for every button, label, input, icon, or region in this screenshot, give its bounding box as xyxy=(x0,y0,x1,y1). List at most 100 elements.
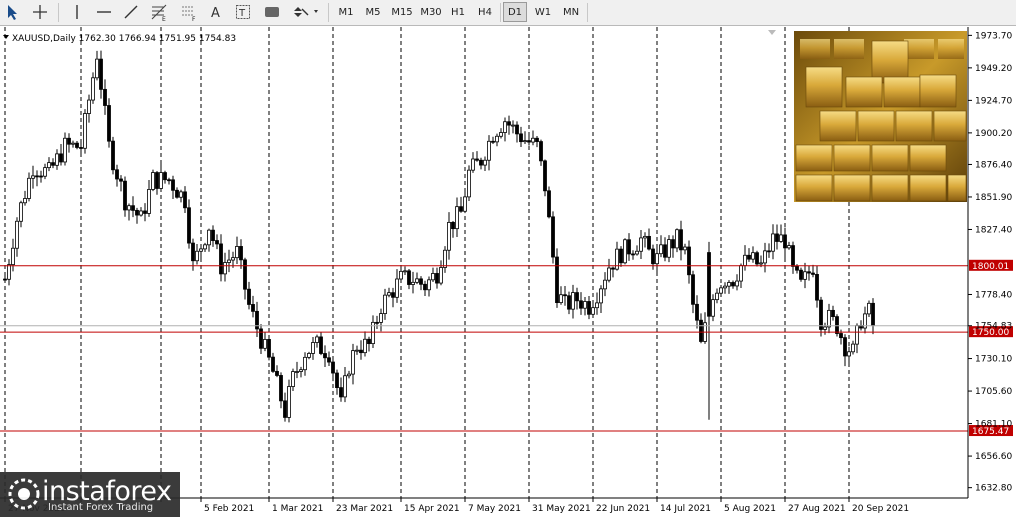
candle-body xyxy=(579,300,583,309)
time-tick-label: 5 Feb 2021 xyxy=(204,504,254,514)
candle-body xyxy=(135,209,139,216)
candle-body xyxy=(475,158,479,161)
candle-body xyxy=(219,243,223,275)
candle-body xyxy=(283,400,287,418)
candle-body xyxy=(523,140,527,143)
candle-body xyxy=(335,372,339,389)
candle-body xyxy=(799,269,803,280)
candle-body xyxy=(235,246,239,259)
candle-body xyxy=(467,169,471,198)
cursor-icon xyxy=(8,5,17,20)
candle-body xyxy=(691,274,695,305)
arrows-button[interactable] xyxy=(290,2,322,22)
candle-body xyxy=(507,121,511,126)
candle-body xyxy=(23,198,27,204)
candle-body xyxy=(555,256,559,304)
candle-body xyxy=(747,254,751,260)
candle-body xyxy=(167,179,171,182)
candle-body xyxy=(127,205,131,211)
candle-body xyxy=(671,239,675,249)
timeframe-m1[interactable]: M1 xyxy=(334,2,358,22)
price-tick-label: 1681.10 xyxy=(975,420,1012,430)
price-tick-label: 1924.70 xyxy=(975,96,1012,106)
candle-body xyxy=(839,333,843,339)
candle-body xyxy=(15,220,19,249)
time-tick-label: 5 Aug 2021 xyxy=(724,504,776,514)
price-tick-label: 1876.40 xyxy=(975,160,1012,170)
candle-body xyxy=(567,295,571,310)
candle-body xyxy=(779,234,783,242)
candle-body xyxy=(539,141,543,162)
vertical-line-button[interactable] xyxy=(66,2,88,22)
candle-body xyxy=(71,142,75,145)
candle-body xyxy=(107,105,111,142)
candle-body xyxy=(435,273,439,284)
candle-body xyxy=(91,77,95,101)
candle-body xyxy=(67,137,71,145)
candle-body xyxy=(423,283,427,291)
text-icon: A xyxy=(211,6,220,19)
candle-body xyxy=(143,210,147,214)
candle-body xyxy=(659,244,663,255)
candle-body xyxy=(99,58,103,90)
candle-body xyxy=(415,278,419,283)
candle-body xyxy=(159,172,163,189)
instaforex-logo-icon xyxy=(8,478,40,510)
candle-body xyxy=(727,282,731,287)
price-chart[interactable]: 1800.011750.001675.47 XAUUSD,Daily 1762.… xyxy=(0,27,1016,517)
candle-body xyxy=(639,237,643,252)
timeframe-m30[interactable]: M30 xyxy=(418,2,444,22)
timeframe-d1[interactable]: D1 xyxy=(503,2,527,22)
fibonacci-button[interactable]: E xyxy=(147,2,171,22)
timeframe-w1[interactable]: W1 xyxy=(530,2,556,22)
fibonacci-fan-button[interactable]: F xyxy=(177,2,201,22)
text-button[interactable]: A xyxy=(205,2,227,22)
candle-body xyxy=(11,247,15,266)
timeframe-h1[interactable]: H1 xyxy=(446,2,470,22)
crosshair-button[interactable] xyxy=(28,2,52,22)
timeframe-m15[interactable]: M15 xyxy=(388,2,416,22)
candle-body xyxy=(131,205,135,211)
candle-body xyxy=(351,350,355,375)
candle-body xyxy=(871,302,875,326)
timeframe-mn[interactable]: MN xyxy=(558,2,584,22)
timeframe-label: W1 xyxy=(534,6,552,18)
candle-body xyxy=(47,162,51,169)
timeframe-h4[interactable]: H4 xyxy=(473,2,497,22)
trendline-icon xyxy=(124,5,138,19)
candle-body xyxy=(807,271,811,274)
candle-body xyxy=(803,271,807,280)
rectangle-button[interactable] xyxy=(260,2,284,22)
candle-body xyxy=(31,175,35,179)
text-label-button[interactable]: T xyxy=(232,2,254,22)
price-tick-label: 1900.20 xyxy=(975,129,1012,139)
time-tick-label: 1 Mar 2021 xyxy=(272,504,323,514)
candle-body xyxy=(603,279,607,290)
candle-body xyxy=(63,137,67,163)
candle-body xyxy=(623,239,627,264)
candle-body xyxy=(339,387,343,398)
candle-body xyxy=(319,336,323,354)
candle-body xyxy=(447,221,451,251)
horizontal-line-button[interactable] xyxy=(93,2,115,22)
candle-body xyxy=(275,370,279,376)
timeframe-m5[interactable]: M5 xyxy=(361,2,385,22)
candle-body xyxy=(295,371,299,373)
candle-body xyxy=(519,133,523,143)
trendline-button[interactable] xyxy=(120,2,142,22)
svg-text:F: F xyxy=(192,16,196,21)
candle-body xyxy=(83,113,87,149)
candle-body xyxy=(867,302,871,315)
candle-body xyxy=(431,273,435,281)
candle-body xyxy=(427,279,431,291)
candle-body xyxy=(315,336,319,343)
timeframe-label: M15 xyxy=(391,6,413,18)
gold-bars-image xyxy=(794,31,967,202)
candle-body xyxy=(459,206,463,212)
candle-body xyxy=(479,159,483,166)
cursor-button[interactable] xyxy=(2,2,24,22)
candle-body xyxy=(387,292,391,296)
candle-body xyxy=(771,233,775,252)
candle-body xyxy=(775,233,779,242)
candle-body xyxy=(695,303,699,321)
